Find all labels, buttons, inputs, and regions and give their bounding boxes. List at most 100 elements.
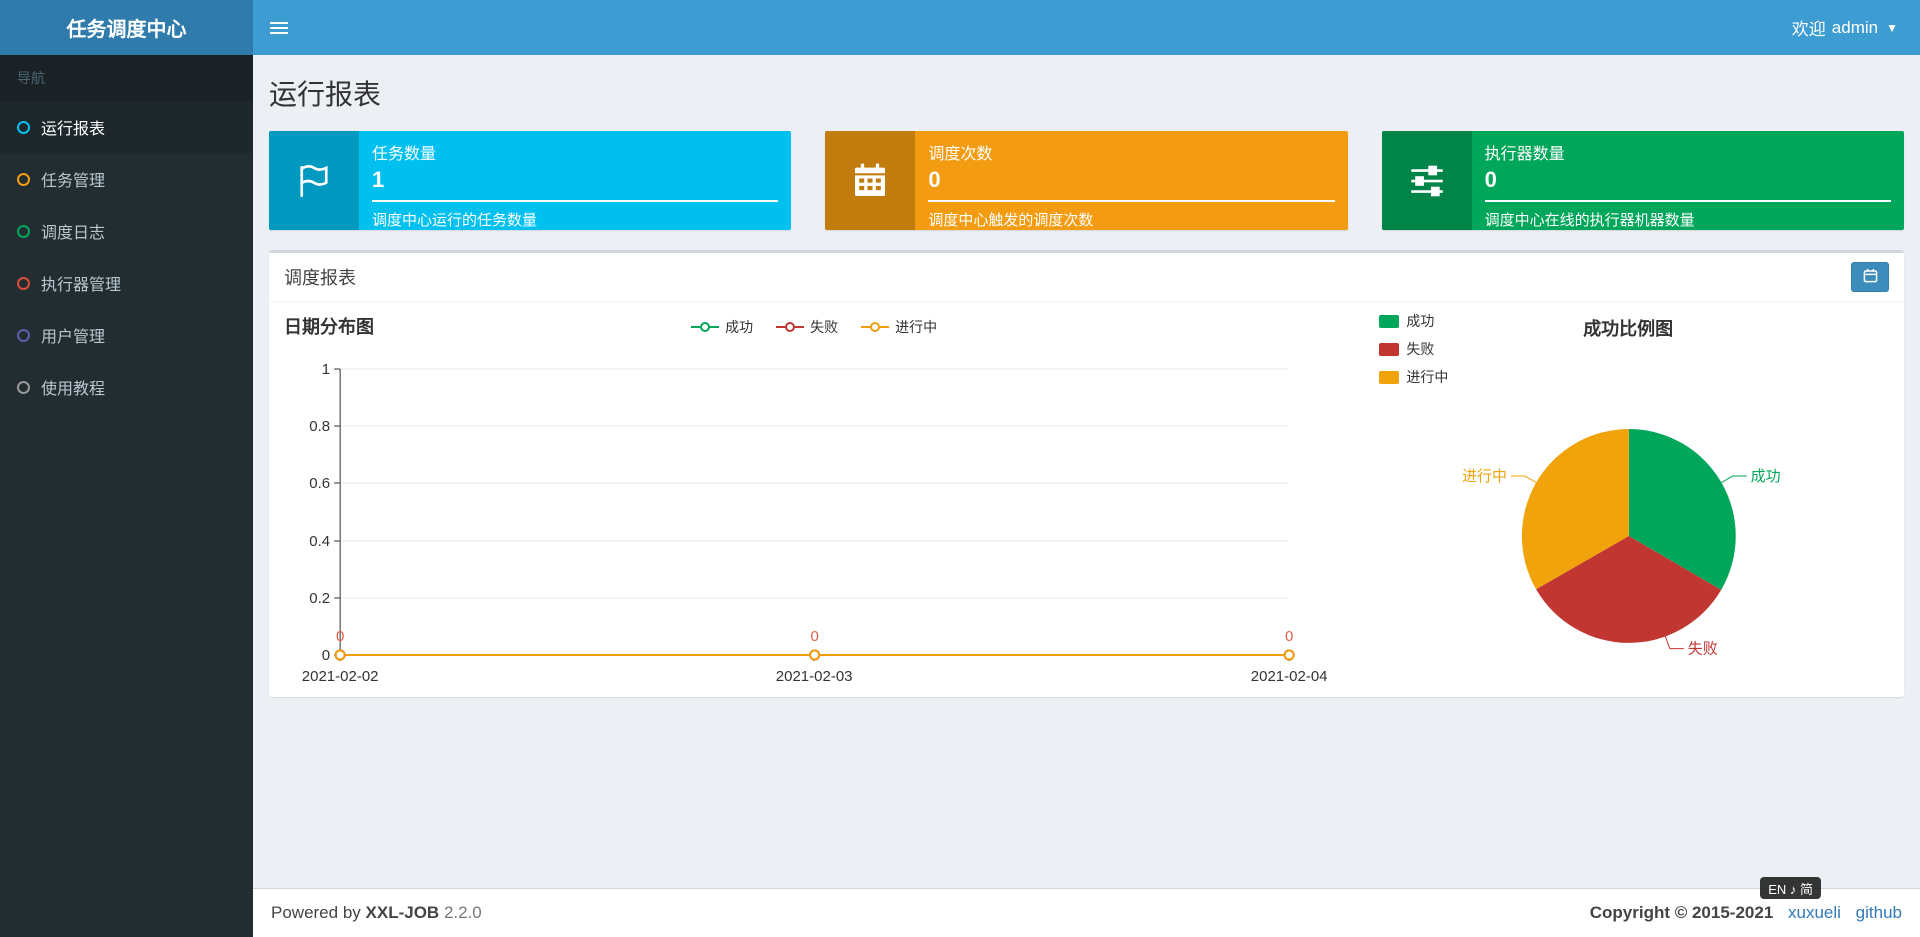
pie-chart: 成功比例图 成功 失败 进行中 成功 失败 进行中 xyxy=(1367,307,1889,692)
x-tick-label: 2021-02-04 xyxy=(1251,668,1328,685)
username: admin xyxy=(1831,17,1879,37)
info-box-desc: 调度中心在线的执行器机器数量 xyxy=(1484,212,1695,229)
footer-powered: Powered by XXL-JOB 2.2.0 xyxy=(271,903,482,923)
info-box-value: 0 xyxy=(928,167,941,192)
sliders-icon xyxy=(1381,131,1472,230)
progress-bar xyxy=(928,200,1335,202)
copyright-text: Copyright © 2015-2021 xyxy=(1589,903,1774,922)
footer-copyright: Copyright © 2015-2021 xuxueli github xyxy=(1590,903,1902,923)
report-panel-title: 调度报表 xyxy=(284,268,356,288)
sidebar-item-jobs[interactable]: 任务管理 xyxy=(0,153,253,205)
legend-label: 成功 xyxy=(725,319,754,335)
circle-icon xyxy=(17,328,30,342)
legend-item-fail[interactable]: 失败 xyxy=(775,317,838,337)
link-github[interactable]: github xyxy=(1856,903,1902,922)
circle-icon xyxy=(17,120,30,134)
sidebar-item-label: 用户管理 xyxy=(41,329,106,346)
info-box-title: 调度次数 xyxy=(928,146,993,163)
sidebar-item-label: 执行器管理 xyxy=(41,277,122,294)
calendar-icon xyxy=(825,131,916,230)
sidebar-item-label: 调度日志 xyxy=(41,225,106,242)
svg-text:0: 0 xyxy=(336,628,344,645)
main-content: 运行报表 任务数量 1 调度中心运行的任务数量 调度次数 0 调度中心触发的调度… xyxy=(253,55,1920,888)
y-tick-label: 1 xyxy=(322,361,330,378)
y-tick-label: 0.2 xyxy=(309,590,330,607)
info-box-title: 任务数量 xyxy=(372,146,437,163)
report-panel-body: 日期分布图 成功 失败 进行中 1 0.8 0.6 0.4 0.2 0 2021… xyxy=(269,302,1904,697)
pie-label-leader xyxy=(1721,475,1748,483)
flag-icon xyxy=(269,131,359,230)
info-box-desc: 调度中心触发的调度次数 xyxy=(928,212,1094,229)
line-chart-legend: 成功 失败 进行中 xyxy=(284,317,1343,337)
sidebar-item-label: 任务管理 xyxy=(41,173,106,190)
info-box-executors: 执行器数量 0 调度中心在线的执行器机器数量 xyxy=(1381,131,1904,230)
sidebar-item-executors[interactable]: 执行器管理 xyxy=(0,257,253,309)
legend-marker-icon xyxy=(691,322,720,332)
hamburger-icon xyxy=(270,21,288,24)
footer: Powered by XXL-JOB 2.2.0 Copyright © 201… xyxy=(253,888,1920,937)
link-xuxueli[interactable]: xuxueli xyxy=(1788,903,1841,922)
series-layer: 0 0 0 xyxy=(334,628,1295,661)
sidebar-item-label: 运行报表 xyxy=(41,121,106,138)
sidebar-menu: 运行报表 任务管理 调度日志 执行器管理 用户管理 使用教程 xyxy=(0,101,253,413)
grid-lines xyxy=(340,368,1290,599)
powered-label: Powered by xyxy=(271,903,361,922)
navbar: 欢迎 admin ▼ xyxy=(253,0,1920,55)
sidebar: 导航 运行报表 任务管理 调度日志 执行器管理 用户管理 使用教程 xyxy=(0,55,253,937)
report-panel: 调度报表 日期分布图 成功 失败 进行中 1 0.8 0.6 0.4 0.2 0… xyxy=(269,250,1904,697)
y-axis-labels: 1 0.8 0.6 0.4 0.2 0 xyxy=(309,361,330,664)
app-title: 任务调度中心 xyxy=(66,19,187,41)
axes xyxy=(334,368,1290,661)
x-tick-label: 2021-02-02 xyxy=(302,668,379,685)
circle-icon xyxy=(17,380,30,394)
stat-boxes-row: 任务数量 1 调度中心运行的任务数量 调度次数 0 调度中心触发的调度次数 执行… xyxy=(269,131,1904,230)
date-range-button[interactable] xyxy=(1851,262,1889,292)
user-menu[interactable]: 欢迎 admin ▼ xyxy=(1788,0,1902,55)
ime-indicator[interactable]: EN ♪ 简 xyxy=(1760,877,1821,899)
info-box-desc: 调度中心运行的任务数量 xyxy=(372,212,538,229)
caret-down-icon: ▼ xyxy=(1886,20,1898,35)
pie-slice-label: 失败 xyxy=(1688,641,1718,658)
line-chart: 日期分布图 成功 失败 进行中 1 0.8 0.6 0.4 0.2 0 2021… xyxy=(284,307,1343,692)
legend-item-running[interactable]: 进行中 xyxy=(860,317,937,337)
report-panel-header: 调度报表 xyxy=(269,253,1904,302)
line-plot-svg: 1 0.8 0.6 0.4 0.2 0 2021-02-02 2021-02-0… xyxy=(302,361,1328,685)
sidebar-section-label: 导航 xyxy=(0,55,253,101)
sidebar-item-help[interactable]: 使用教程 xyxy=(0,361,253,413)
legend-marker-icon xyxy=(776,322,805,332)
sidebar-item-dashboard[interactable]: 运行报表 xyxy=(0,101,253,153)
sidebar-toggle-button[interactable] xyxy=(253,0,305,55)
info-box-title: 执行器数量 xyxy=(1484,146,1565,163)
app-logo[interactable]: 任务调度中心 xyxy=(0,0,253,55)
charts-row: 日期分布图 成功 失败 进行中 1 0.8 0.6 0.4 0.2 0 2021… xyxy=(284,307,1889,692)
info-box-content: 任务数量 1 调度中心运行的任务数量 xyxy=(359,131,791,230)
product-version: 2.2.0 xyxy=(443,903,482,922)
pie-label-leader xyxy=(1665,636,1685,650)
info-box-value: 1 xyxy=(372,167,385,192)
circle-icon xyxy=(17,224,30,238)
info-box-content: 调度次数 0 调度中心触发的调度次数 xyxy=(915,131,1347,230)
sidebar-item-label: 使用教程 xyxy=(41,381,106,398)
y-tick-label: 0.8 xyxy=(309,418,330,435)
pie-label-leader xyxy=(1511,475,1537,483)
legend-marker-icon xyxy=(861,322,890,332)
progress-bar xyxy=(372,200,779,202)
info-box-triggers: 调度次数 0 调度中心触发的调度次数 xyxy=(825,131,1348,230)
sidebar-item-users[interactable]: 用户管理 xyxy=(0,309,253,361)
svg-text:0: 0 xyxy=(1285,628,1293,645)
welcome-label: 欢迎 xyxy=(1791,20,1826,39)
y-tick-label: 0.6 xyxy=(309,475,330,492)
pie-plot-svg: 成功失败 进行中 xyxy=(1462,429,1781,658)
legend-item-success[interactable]: 成功 xyxy=(690,317,753,337)
pie-slice-label: 成功 xyxy=(1751,468,1781,485)
product-name: XXL-JOB xyxy=(365,903,440,922)
info-box-content: 执行器数量 0 调度中心在线的执行器机器数量 xyxy=(1472,131,1904,230)
circle-icon xyxy=(17,172,30,186)
pie-slice-label: 进行中 xyxy=(1462,468,1507,485)
circle-icon xyxy=(17,276,30,290)
sidebar-item-logs[interactable]: 调度日志 xyxy=(0,205,253,257)
svg-text:0: 0 xyxy=(810,628,818,645)
legend-label: 进行中 xyxy=(895,319,938,335)
x-tick-label: 2021-02-03 xyxy=(776,668,853,685)
info-box-value: 0 xyxy=(1484,167,1497,192)
